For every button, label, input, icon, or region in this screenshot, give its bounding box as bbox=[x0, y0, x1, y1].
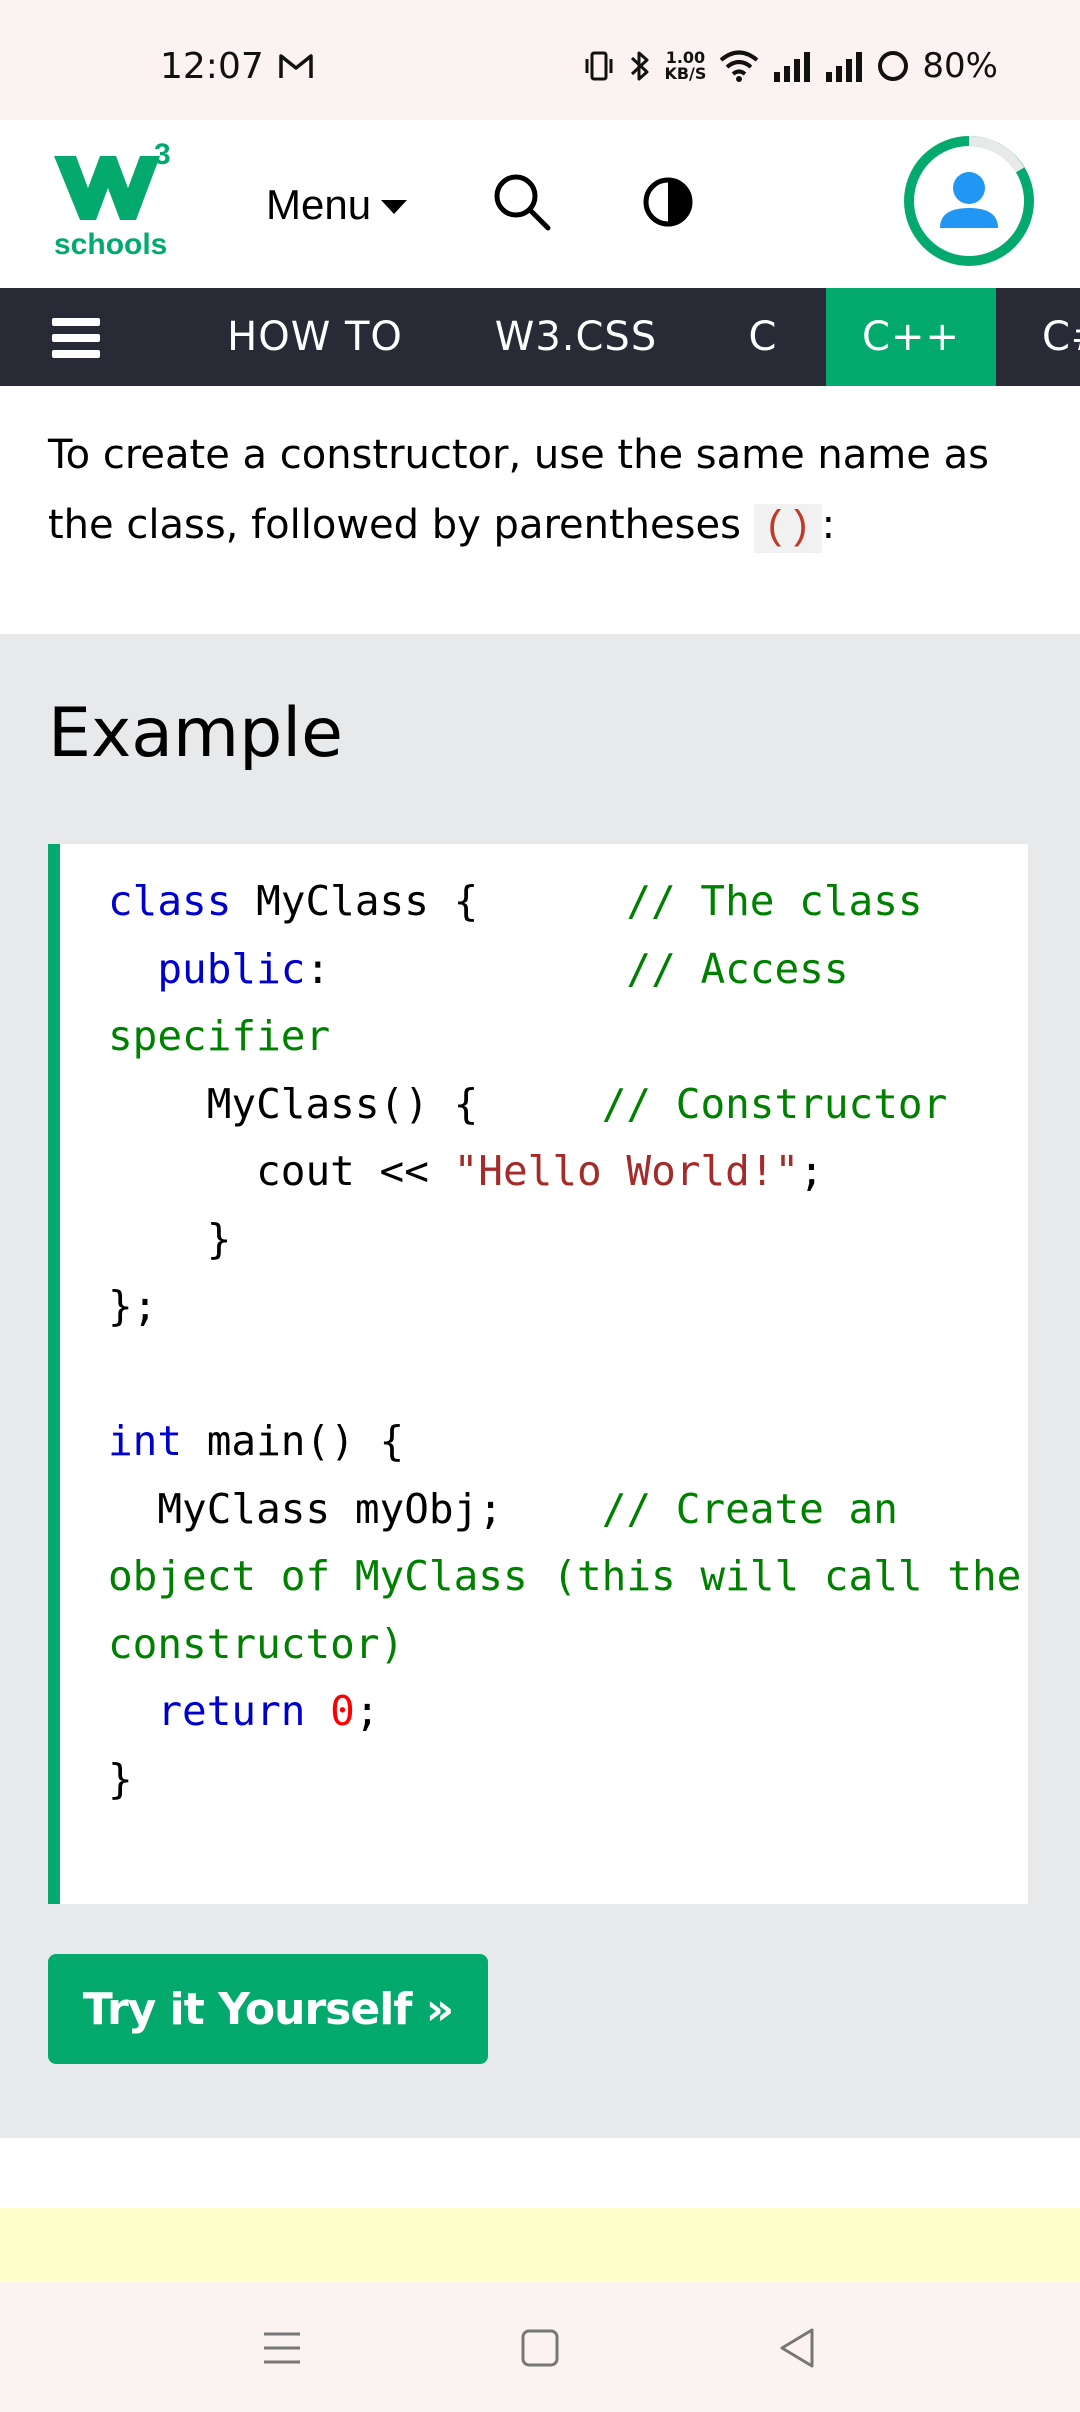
code-number: 0 bbox=[330, 1687, 355, 1735]
nav-item-csharp[interactable]: C# bbox=[1030, 288, 1080, 386]
battery-icon bbox=[878, 51, 909, 81]
code-token: return bbox=[157, 1687, 306, 1735]
menu-label: Menu bbox=[266, 181, 372, 228]
status-time: 12:07 bbox=[160, 46, 264, 87]
code-token: int bbox=[108, 1417, 183, 1465]
code-content: class MyClass { // The class public: // … bbox=[108, 868, 1028, 1813]
code-token: MyClass myObj; bbox=[108, 1484, 602, 1533]
intro-text-end: : bbox=[821, 502, 836, 548]
code-token: main() { bbox=[182, 1417, 405, 1465]
network-speed: 1.00 KB/S bbox=[664, 50, 706, 82]
network-speed-unit: KB/S bbox=[664, 64, 707, 83]
wifi-icon bbox=[720, 50, 759, 82]
topic-navbar: HOW TO W3.CSS C C++ C# bbox=[0, 288, 1080, 386]
intro-text: To create a constructor, use the same na… bbox=[48, 432, 989, 548]
code-token: MyClass() { bbox=[108, 1079, 602, 1128]
status-icons: 1.00 KB/S 80% bbox=[582, 44, 998, 88]
signal-icon-1 bbox=[774, 52, 811, 82]
example-heading: Example bbox=[48, 694, 344, 773]
code-comment: // Constructor bbox=[601, 1079, 948, 1128]
logo-superscript: 3 bbox=[154, 140, 171, 171]
w3schools-logo[interactable]: 3 schools bbox=[50, 140, 180, 260]
code-string: "Hello World!" bbox=[453, 1147, 800, 1195]
status-bar: 12:07 1.00 KB/S 80% bbox=[0, 0, 1080, 120]
try-it-yourself-button[interactable]: Try it Yourself » bbox=[48, 1954, 488, 2064]
inline-code: () bbox=[753, 504, 822, 553]
nav-item-cpp[interactable]: C++ bbox=[826, 288, 996, 386]
code-token: cout << bbox=[108, 1147, 454, 1195]
back-icon[interactable] bbox=[772, 2322, 824, 2374]
vibrate-icon bbox=[585, 51, 613, 81]
code-block: class MyClass { // The class public: // … bbox=[48, 844, 1028, 1904]
gmail-icon bbox=[279, 54, 313, 78]
hamburger-menu-icon[interactable] bbox=[52, 318, 100, 358]
recent-apps-icon[interactable] bbox=[256, 2322, 308, 2374]
intro-paragraph: To create a constructor, use the same na… bbox=[48, 420, 1038, 564]
code-token: class bbox=[108, 877, 232, 925]
logo-text: schools bbox=[54, 228, 167, 260]
nav-item-c[interactable]: C bbox=[718, 288, 808, 386]
ad-banner-area bbox=[0, 2208, 1080, 2282]
code-token: : bbox=[305, 944, 627, 993]
battery-level: 80% bbox=[922, 46, 998, 86]
caret-down-icon bbox=[381, 200, 408, 214]
contrast-toggle-icon[interactable] bbox=[642, 176, 694, 228]
code-token: ; bbox=[354, 1687, 380, 1735]
nav-item-w3css[interactable]: W3.CSS bbox=[466, 288, 686, 386]
code-token: ; bbox=[799, 1147, 824, 1195]
user-avatar-icon[interactable] bbox=[902, 134, 1036, 268]
bluetooth-icon bbox=[631, 51, 649, 81]
search-icon[interactable] bbox=[492, 172, 552, 232]
code-token: }; bbox=[108, 1282, 158, 1330]
home-icon[interactable] bbox=[514, 2322, 566, 2374]
nav-item-howto[interactable]: HOW TO bbox=[204, 288, 426, 386]
code-token: } bbox=[108, 1754, 133, 1803]
code-comment: // The class bbox=[626, 877, 923, 925]
menu-button[interactable]: Menu bbox=[266, 178, 408, 232]
code-token: MyClass { bbox=[231, 877, 627, 925]
system-navigation-bar bbox=[0, 2282, 1080, 2412]
code-token: } bbox=[108, 1214, 232, 1263]
code-token: public bbox=[157, 944, 306, 993]
example-panel: Example class MyClass { // The class pub… bbox=[0, 634, 1080, 2138]
signal-icon-2 bbox=[826, 52, 863, 82]
